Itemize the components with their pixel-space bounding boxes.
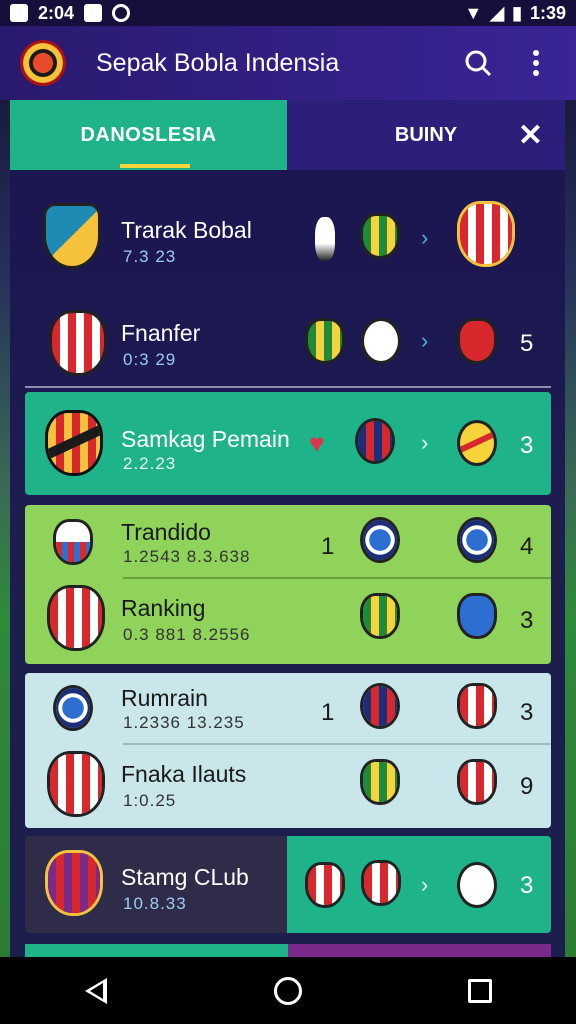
team-stat: 10.8.33 <box>123 894 187 913</box>
sync-icon <box>112 4 131 22</box>
app-bar: Sepak Bobla Indensia <box>0 26 576 100</box>
match-score: 3 <box>520 699 534 726</box>
team-crest-icon <box>47 751 105 817</box>
match-score: 4 <box>520 533 534 560</box>
list-item[interactable]: Trandido 1.2543 8.3.638 1 4 <box>25 505 551 585</box>
back-button[interactable] <box>76 971 116 1011</box>
app-notification-icon <box>84 4 103 22</box>
divider <box>123 743 551 745</box>
team-crest-icon <box>43 203 101 269</box>
list-item[interactable]: Samkag Pemain 2.2.23 ♥ › 3 <box>25 392 551 495</box>
tab-buiny[interactable]: BUINY ✕ <box>287 100 565 170</box>
team-name: Ranking <box>121 595 206 621</box>
team-crest-icon <box>360 213 400 259</box>
match-score: 3 <box>520 872 534 899</box>
team-crest-icon <box>45 410 103 476</box>
home-icon <box>274 976 302 1005</box>
recents-icon <box>468 978 492 1003</box>
back-icon <box>85 977 107 1004</box>
divider <box>25 386 551 388</box>
match-score: 3 <box>520 432 534 459</box>
team-crest-icon <box>457 759 497 805</box>
team-crest-icon <box>457 862 497 908</box>
team-crest-icon <box>361 318 401 364</box>
team-stat: 0.3 881 8.2556 <box>123 625 251 644</box>
team-crest-icon <box>457 517 497 563</box>
team-name: Fnaka Ilauts <box>121 761 247 787</box>
chevron-right-icon: › <box>421 225 429 250</box>
trophy-icon <box>315 217 335 261</box>
status-bar: 2:04 ▼ ◢ ▮ 1:39 <box>0 0 576 26</box>
match-left-score: 1 <box>321 699 335 726</box>
team-name: Stamg CLub <box>121 864 249 890</box>
team-crest-icon <box>457 420 497 466</box>
team-crest-icon <box>355 418 395 464</box>
next-list-item[interactable] <box>25 944 551 958</box>
heart-icon[interactable]: ♥ <box>309 428 324 459</box>
signal-icon: ◢ <box>490 2 505 23</box>
team-crest-icon <box>457 318 497 364</box>
home-button[interactable] <box>268 971 308 1011</box>
list-item[interactable]: Ranking 0.3 881 8.2556 3 <box>25 581 551 661</box>
chevron-right-icon: › <box>421 872 429 897</box>
app-title: Sepak Bobla Indensia <box>96 48 340 77</box>
list-group: Rumrain 1.2336 13.235 1 3 Fnaka Ilauts 1… <box>25 673 551 828</box>
match-score: 5 <box>520 330 534 357</box>
list-item[interactable]: Fnaka Ilauts 1:0.25 9 <box>25 747 551 827</box>
team-crest-icon <box>361 860 401 906</box>
close-icon[interactable]: ✕ <box>518 118 543 153</box>
team-name: Trarak Bobal <box>121 217 252 243</box>
team-crest-icon <box>360 517 400 563</box>
system-nav-bar <box>0 957 576 1024</box>
team-stat: 1.2336 13.235 <box>123 713 245 732</box>
list-item[interactable]: Stamg CLub 10.8.33 › 3 <box>25 836 551 933</box>
app-logo <box>20 40 66 86</box>
match-score: 9 <box>520 773 534 800</box>
team-crest-icon <box>305 862 345 908</box>
list-item[interactable]: Rumrain 1.2336 13.235 1 3 <box>25 673 551 753</box>
tab-bar: DANOSLESIA BUINY ✕ <box>10 100 565 170</box>
team-stat: 1:0.25 <box>123 791 177 810</box>
team-crest-icon <box>305 318 345 364</box>
tab-buiny-label: BUINY <box>394 123 458 146</box>
team-name: Samkag Pemain <box>121 426 290 452</box>
match-score: 3 <box>520 607 534 634</box>
team-crest-icon <box>360 593 400 639</box>
chevron-right-icon: › <box>421 430 429 455</box>
team-stat: 0:3 29 <box>123 350 177 369</box>
team-name: Rumrain <box>121 685 208 711</box>
team-crest-icon <box>49 310 107 376</box>
recents-button[interactable] <box>460 971 500 1011</box>
team-crest-icon <box>45 850 103 916</box>
divider <box>123 577 551 579</box>
list-item[interactable]: Trarak Bobal 7.3 23 › <box>25 185 551 285</box>
team-crest-icon <box>360 759 400 805</box>
team-stat: 2.2.23 <box>123 454 177 473</box>
team-name: Fnanfer <box>121 320 201 346</box>
team-stat: 7.3 23 <box>123 247 177 266</box>
list-group: Trandido 1.2543 8.3.638 1 4 Ranking 0.3 … <box>25 505 551 664</box>
list-item[interactable]: Fnanfer 0:3 29 › 5 <box>25 300 551 385</box>
team-crest-icon <box>457 201 515 267</box>
tab-danoslesia[interactable]: DANOSLESIA <box>10 100 287 170</box>
team-name: Trandido <box>121 519 211 545</box>
search-icon[interactable] <box>458 43 498 83</box>
team-crest-icon <box>457 683 497 729</box>
more-options-icon[interactable] <box>516 43 556 83</box>
team-crest-icon <box>47 585 105 651</box>
team-crest-icon <box>360 683 400 729</box>
status-right-time: 1:39 <box>529 2 566 23</box>
team-crest-icon <box>457 593 497 639</box>
team-crest-icon <box>53 519 93 565</box>
chevron-right-icon: › <box>421 328 429 353</box>
battery-icon: ▮ <box>512 2 522 23</box>
wifi-icon: ▼ <box>464 2 483 23</box>
status-time: 2:04 <box>38 2 75 23</box>
team-crest-icon <box>53 685 93 731</box>
match-left-score: 1 <box>321 533 335 560</box>
team-stat: 1.2543 8.3.638 <box>123 547 251 566</box>
notification-icon <box>10 4 28 22</box>
